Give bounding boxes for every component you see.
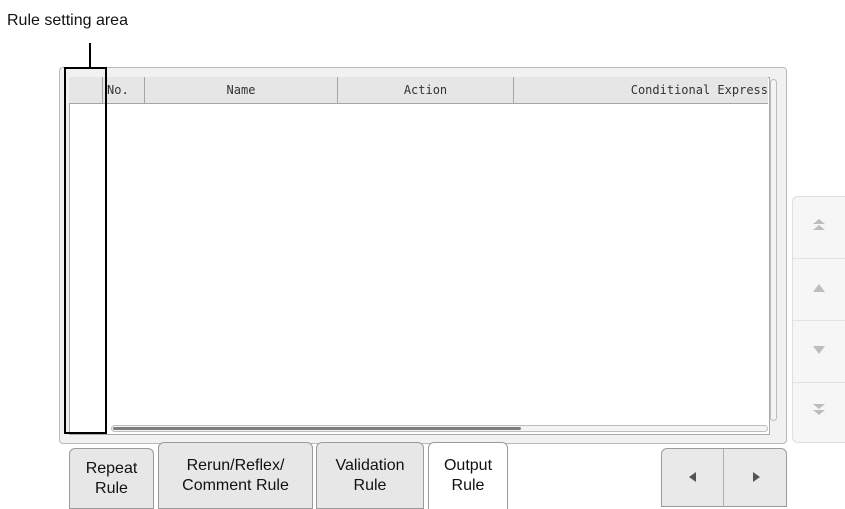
scroll-up-button[interactable] — [792, 258, 845, 320]
pager-divider — [723, 449, 724, 507]
column-header-no[interactable]: No. — [103, 77, 145, 104]
tab-repeat-rule[interactable]: Repeat Rule — [69, 448, 154, 509]
up-icon — [812, 282, 826, 297]
scroll-top-button[interactable] — [792, 196, 845, 258]
scroll-bottom-button[interactable] — [792, 380, 845, 442]
tab-label: Rerun/Reflex/ Comment Rule — [182, 456, 289, 494]
tab-validation-rule[interactable]: Validation Rule — [316, 442, 424, 509]
rule-setting-area-highlight — [64, 67, 107, 434]
table-header: No. Name Action Conditional Express — [69, 77, 768, 104]
right-arrow-icon — [752, 471, 760, 485]
horizontal-scrollbar-thumb[interactable] — [113, 427, 521, 430]
rule-table — [69, 77, 770, 435]
rule-setting-area-label: Rule setting area — [7, 12, 128, 29]
left-arrow-icon — [688, 471, 697, 485]
callout-leader-line — [89, 43, 91, 67]
double-up-icon — [812, 218, 826, 236]
tab-output-rule[interactable]: Output Rule — [428, 442, 508, 509]
tab-label: Output Rule — [443, 457, 493, 494]
column-header-action[interactable]: Action — [338, 77, 514, 104]
double-down-icon — [812, 402, 826, 420]
tab-label: Validation Rule — [335, 456, 405, 494]
column-header-conditional-expression[interactable]: Conditional Express — [514, 77, 768, 104]
previous-page-button[interactable] — [662, 449, 723, 507]
vertical-scrollbar[interactable] — [770, 79, 777, 421]
tab-label: Repeat Rule — [85, 459, 138, 497]
column-header-name[interactable]: Name — [145, 77, 338, 104]
next-page-button[interactable] — [725, 449, 786, 507]
down-icon — [812, 344, 826, 359]
tab-rerun-reflex-comment-rule[interactable]: Rerun/Reflex/ Comment Rule — [158, 442, 313, 509]
scroll-down-button[interactable] — [792, 320, 845, 382]
